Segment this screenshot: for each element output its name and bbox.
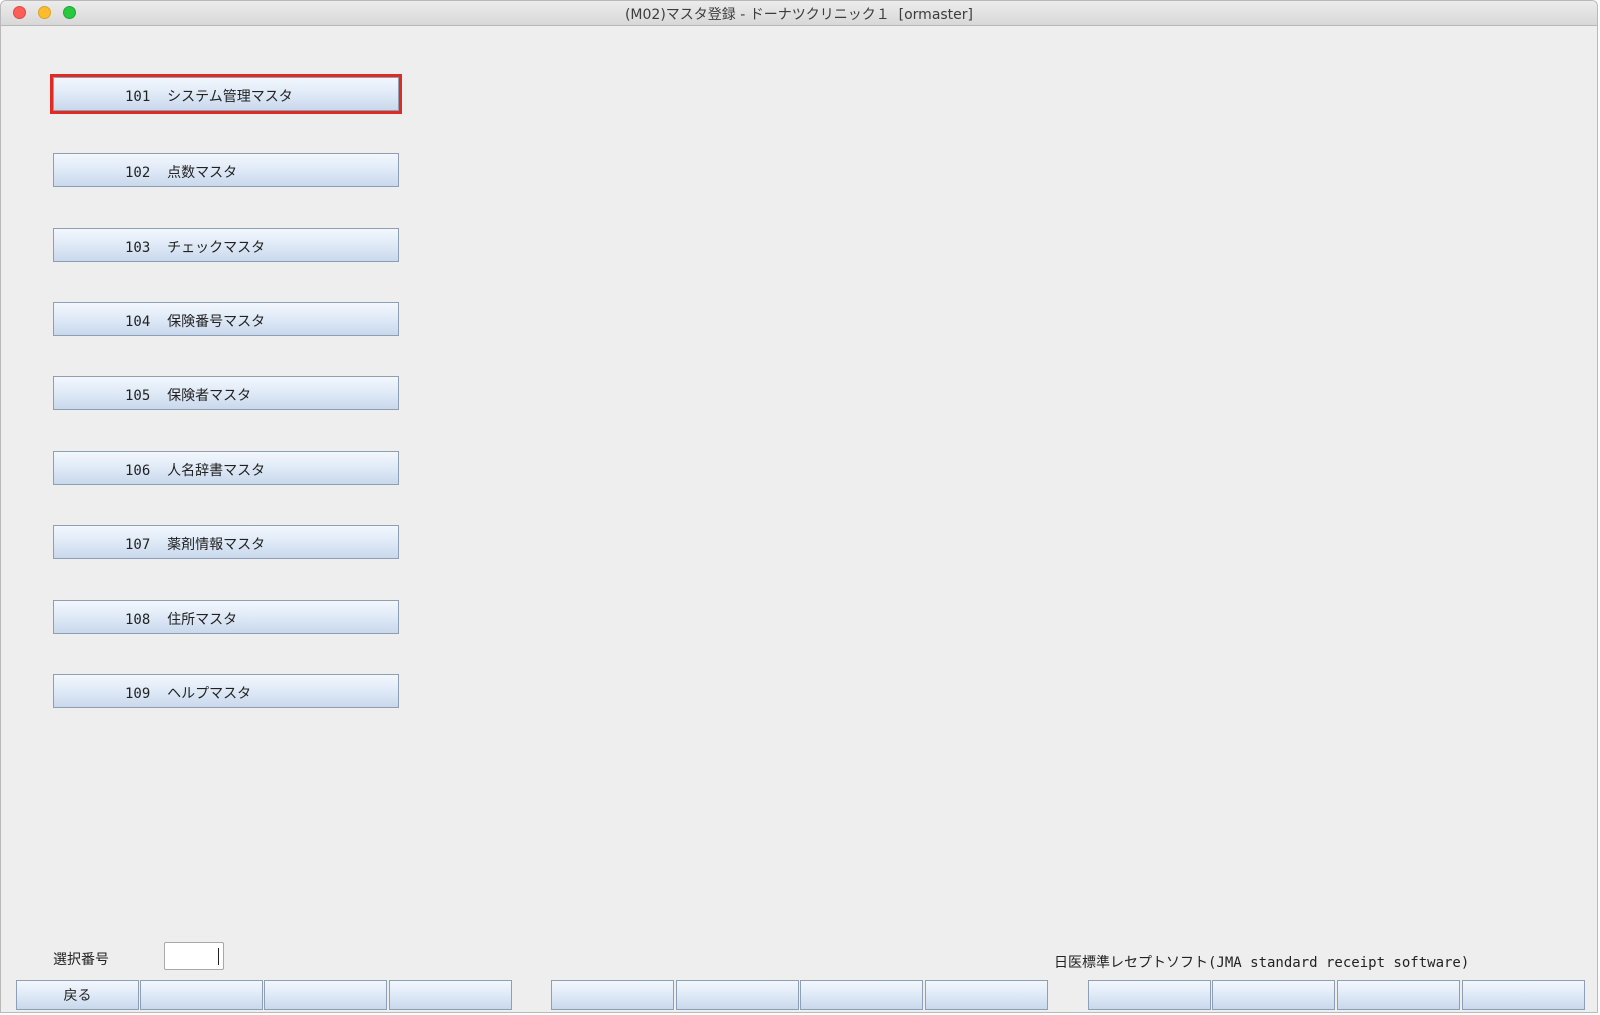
menu-button-102[interactable]: 102 点数マスタ <box>53 153 399 187</box>
function-key-2[interactable] <box>140 980 263 1010</box>
menu-button-104[interactable]: 104 保険番号マスタ <box>53 302 399 336</box>
app-window: (M02)マスタ登録 - ドーナツクリニック１ [ormaster] 101 シ… <box>0 0 1598 1013</box>
menu-button-107[interactable]: 107 薬剤情報マスタ <box>53 525 399 559</box>
menu-button-108[interactable]: 108 住所マスタ <box>53 600 399 634</box>
title-bar[interactable]: (M02)マスタ登録 - ドーナツクリニック１ [ormaster] <box>1 1 1597 26</box>
menu-button-label: 102 点数マスタ <box>125 165 238 181</box>
selection-number-input[interactable] <box>164 942 224 970</box>
menu-button-label: 109 ヘルプマスタ <box>125 686 252 702</box>
text-caret <box>218 948 219 965</box>
menu-button-label: 106 人名辞書マスタ <box>125 463 266 479</box>
function-key-12[interactable] <box>1462 980 1585 1010</box>
function-key-5[interactable] <box>551 980 674 1010</box>
menu-button-101[interactable]: 101 システム管理マスタ <box>50 74 402 114</box>
function-key-7[interactable] <box>800 980 923 1010</box>
selection-number-label: 選択番号 <box>53 952 109 968</box>
menu-button-106[interactable]: 106 人名辞書マスタ <box>53 451 399 485</box>
function-key-6[interactable] <box>676 980 799 1010</box>
menu-button-label: 105 保険者マスタ <box>125 388 252 404</box>
menu-button-109[interactable]: 109 ヘルプマスタ <box>53 674 399 708</box>
menu-button-label: 108 住所マスタ <box>125 612 238 628</box>
function-key-8[interactable] <box>925 980 1048 1010</box>
function-key-3[interactable] <box>264 980 387 1010</box>
function-key-11[interactable] <box>1337 980 1460 1010</box>
window-title: (M02)マスタ登録 - ドーナツクリニック１ [ormaster] <box>624 7 974 23</box>
menu-button-105[interactable]: 105 保険者マスタ <box>53 376 399 410</box>
function-key-4[interactable] <box>389 980 512 1010</box>
menu-button-label: 103 チェックマスタ <box>125 240 266 256</box>
function-key-10[interactable] <box>1212 980 1335 1010</box>
menu-button-label: 104 保険番号マスタ <box>125 314 266 330</box>
software-name-text: 日医標準レセプトソフト(JMA standard receipt softwar… <box>1054 955 1470 971</box>
function-key-9[interactable] <box>1088 980 1211 1010</box>
menu-button-103[interactable]: 103 チェックマスタ <box>53 228 399 262</box>
menu-button-label: 107 薬剤情報マスタ <box>125 537 266 553</box>
menu-button-label: 101 システム管理マスタ <box>125 89 293 105</box>
back-button[interactable]: 戻る <box>16 980 139 1010</box>
